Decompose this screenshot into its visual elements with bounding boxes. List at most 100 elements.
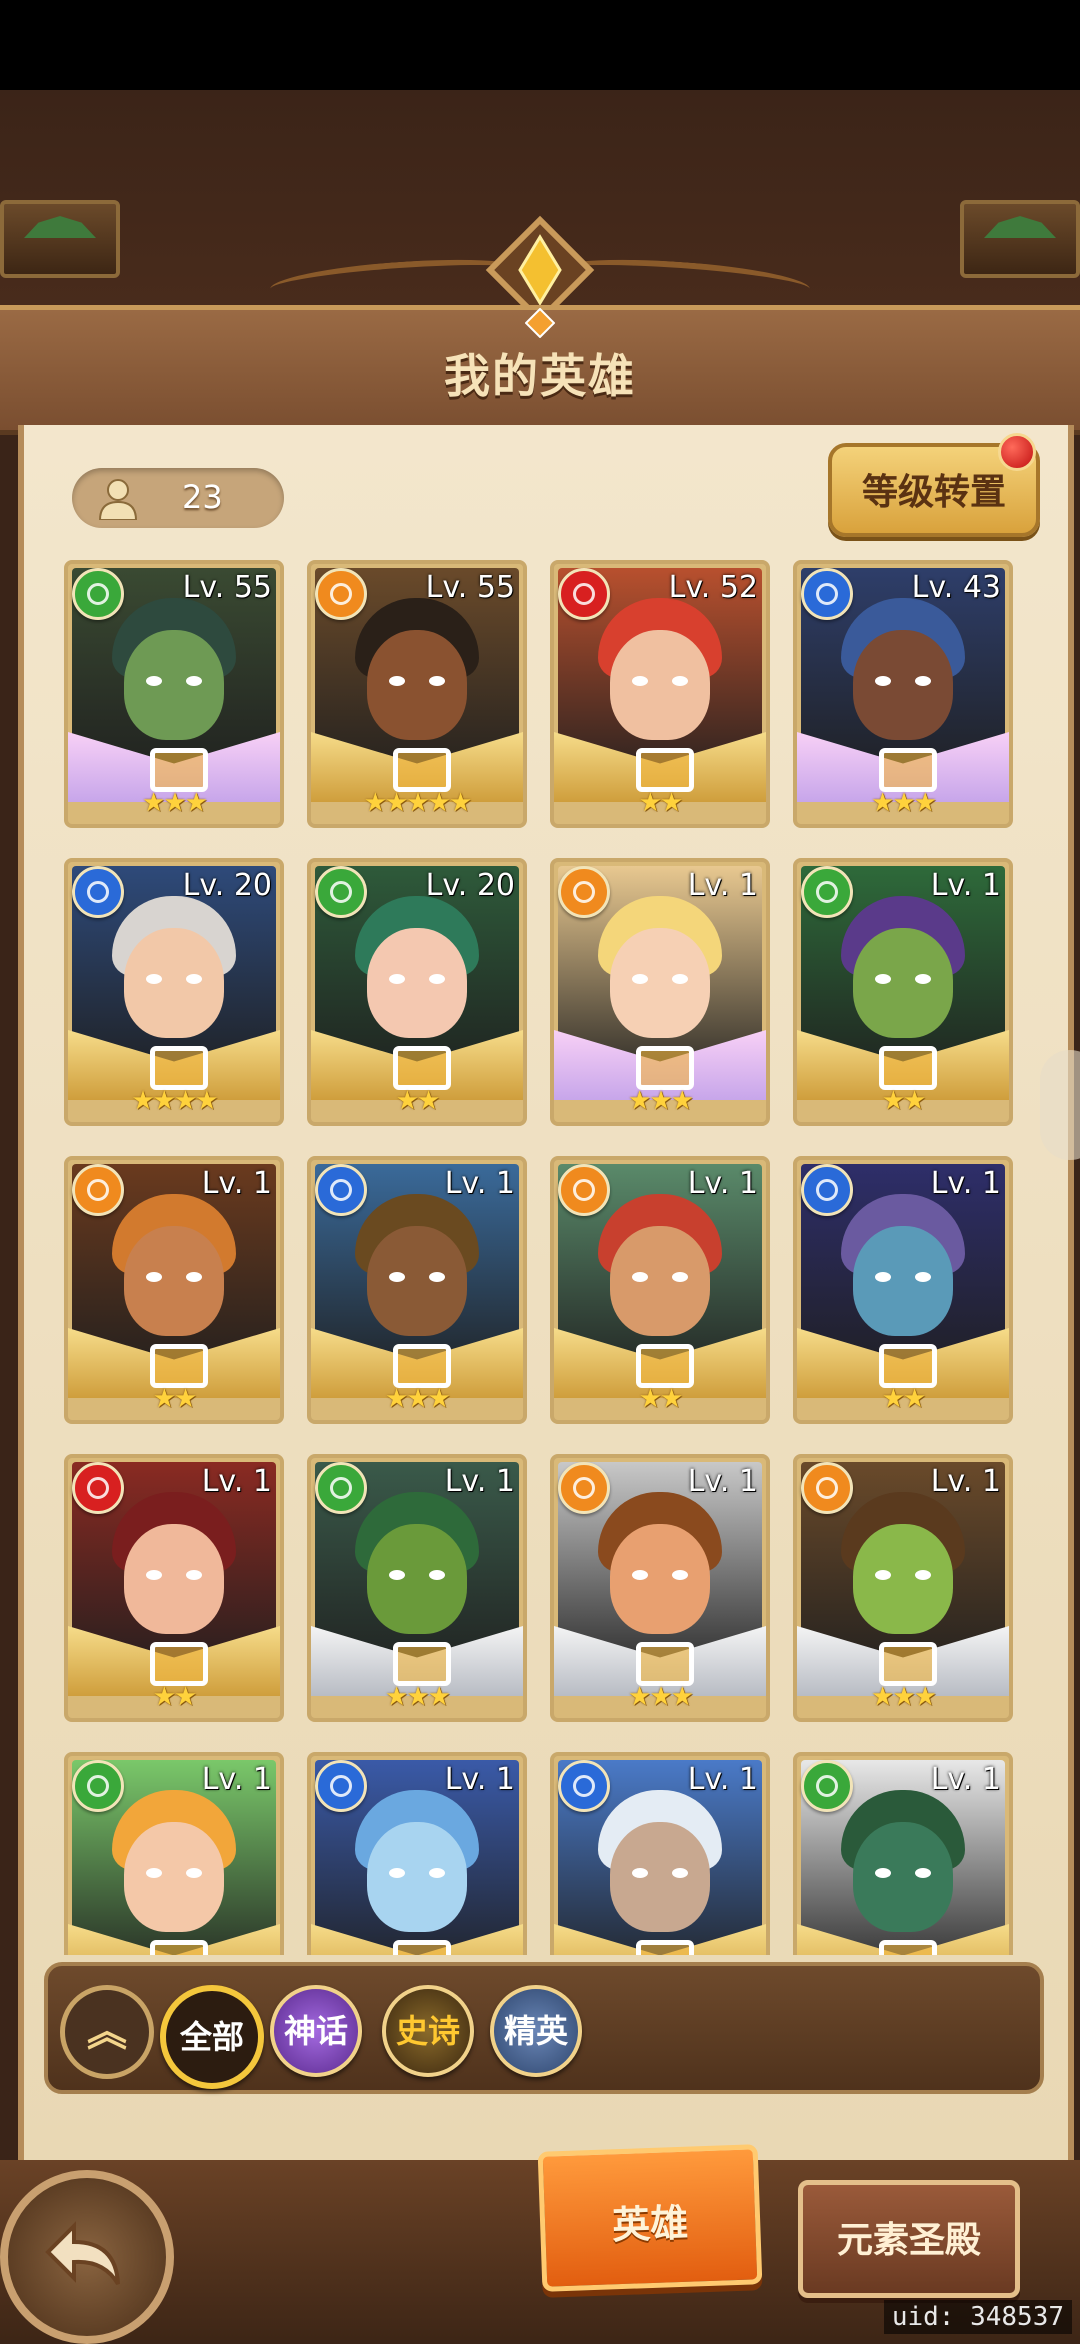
rarity-crown-icon [393, 1046, 451, 1090]
filter-mythic-button[interactable]: 神话 [270, 1985, 362, 2077]
hero-eye [875, 1570, 891, 1580]
filter-mythic-label: 神话 [283, 2012, 348, 2050]
rarity-crown-icon [636, 1940, 694, 1955]
hero-stars: ★★★ [871, 1682, 937, 1712]
hero-card[interactable]: ★★ Lv. 1 [64, 1156, 284, 1424]
hero-face [610, 1524, 710, 1634]
hero-stars: ★★ [152, 1682, 198, 1712]
rarity-crown-icon [879, 748, 937, 792]
double-chevron-up-icon: ︽ [87, 2009, 127, 2055]
fire-element-icon [315, 568, 367, 620]
hero-card-frame: ★★ Lv. 1 [793, 858, 1013, 1126]
filter-elite-button[interactable]: 精英 [490, 1985, 582, 2077]
hero-card[interactable]: ★★★ Lv. 43 [793, 560, 1013, 828]
tab-element-temple[interactable]: 元素圣殿 [798, 2180, 1020, 2298]
hero-eye [429, 1570, 445, 1580]
hero-stars: ★★ [395, 1086, 441, 1116]
hero-eye [146, 1272, 162, 1282]
hero-card[interactable]: ★★★ Lv. 1 [307, 1454, 527, 1722]
hero-level: Lv. 1 [687, 1762, 758, 1797]
collapse-button[interactable]: ︽ [60, 1985, 154, 2079]
hero-count-badge: 23 [72, 468, 284, 528]
hero-card[interactable]: Lv. 1 [793, 1752, 1013, 1955]
filter-all-button[interactable]: 全部 [160, 1985, 264, 2089]
hero-eye [875, 676, 891, 686]
hero-card[interactable]: ★★ Lv. 52 [550, 560, 770, 828]
hero-level: Lv. 1 [930, 1762, 1001, 1797]
hero-card-frame: ★★ Lv. 1 [64, 1156, 284, 1424]
hero-card[interactable]: ★★ Lv. 20 [307, 858, 527, 1126]
hero-face [124, 1524, 224, 1634]
rarity-crown-icon [150, 748, 208, 792]
water-element-icon [315, 1164, 367, 1216]
hero-card[interactable]: ★★★ Lv. 1 [550, 1454, 770, 1722]
page-title: 我的英雄 [444, 349, 636, 403]
person-icon [98, 479, 138, 520]
rarity-crown-icon [150, 1046, 208, 1090]
hero-stars: ★★ [152, 1384, 198, 1414]
hero-eye [632, 676, 648, 686]
hero-card[interactable]: ★★★ Lv. 1 [307, 1156, 527, 1424]
hero-card[interactable]: ★★★ Lv. 55 [64, 560, 284, 828]
hero-face [124, 928, 224, 1038]
hero-card[interactable]: Lv. 1 [64, 1752, 284, 1955]
hero-card[interactable]: ★★ Lv. 1 [793, 1156, 1013, 1424]
hero-card-frame: ★★ Lv. 1 [793, 1156, 1013, 1424]
rarity-crown-icon [636, 1642, 694, 1686]
back-button[interactable] [0, 2170, 174, 2344]
hero-level: Lv. 1 [930, 1166, 1001, 1201]
hero-eye [186, 676, 202, 686]
hero-eye [672, 1272, 688, 1282]
water-element-icon [801, 568, 853, 620]
hero-stars: ★★★★★ [363, 788, 473, 818]
rarity-crown-icon [879, 1046, 937, 1090]
hero-stars: ★★★ [385, 1682, 451, 1712]
wind-element-icon [72, 568, 124, 620]
hero-eye [186, 974, 202, 984]
hero-stars: ★★★ [871, 788, 937, 818]
rarity-crown-icon [879, 1344, 937, 1388]
hero-eye [389, 676, 405, 686]
rarity-crown-icon [393, 748, 451, 792]
hero-card[interactable]: Lv. 1 [307, 1752, 527, 1955]
tab-hero[interactable]: 英雄 [537, 2144, 763, 2292]
hero-card-frame: ★★★ Lv. 1 [550, 858, 770, 1126]
hero-stars: ★★★ [628, 1086, 694, 1116]
hero-level: Lv. 55 [425, 570, 515, 605]
hero-eye [186, 1570, 202, 1580]
hero-card[interactable]: ★★★ Lv. 1 [550, 858, 770, 1126]
hero-face [853, 928, 953, 1038]
fire-element-icon [558, 866, 610, 918]
hero-card-frame: ★★ Lv. 1 [64, 1454, 284, 1722]
tab-hero-label: 英雄 [611, 2200, 689, 2248]
wind-element-icon [801, 866, 853, 918]
hero-card[interactable]: ★★★★ Lv. 20 [64, 858, 284, 1126]
status-bar [0, 0, 1080, 90]
side-expand-tab[interactable] [1040, 1050, 1080, 1160]
hero-card[interactable]: ★★★ Lv. 1 [793, 1454, 1013, 1722]
hero-card-frame: ★★ Lv. 52 [550, 560, 770, 828]
hero-card[interactable]: Lv. 1 [550, 1752, 770, 1955]
rarity-crown-icon [150, 1940, 208, 1955]
hero-card-frame: Lv. 1 [64, 1752, 284, 1955]
wind-element-icon [315, 866, 367, 918]
hero-card[interactable]: ★★ Lv. 1 [64, 1454, 284, 1722]
hero-eye [429, 974, 445, 984]
hero-card[interactable]: ★★ Lv. 1 [550, 1156, 770, 1424]
hero-card[interactable]: ★★★★★ Lv. 55 [307, 560, 527, 828]
rarity-crown-icon [150, 1642, 208, 1686]
hero-eye [632, 1868, 648, 1878]
hero-face [853, 1524, 953, 1634]
fire-element-icon [801, 1462, 853, 1514]
hero-eye [389, 974, 405, 984]
hero-card[interactable]: ★★ Lv. 1 [793, 858, 1013, 1126]
fire-element-icon [558, 1462, 610, 1514]
hero-eye [632, 1272, 648, 1282]
hero-card-frame: Lv. 1 [793, 1752, 1013, 1955]
filter-epic-button[interactable]: 史诗 [382, 1985, 474, 2077]
hero-level: Lv. 20 [425, 868, 515, 903]
rarity-crown-icon [636, 1046, 694, 1090]
hero-card-frame: ★★★★ Lv. 20 [64, 858, 284, 1126]
hero-face [853, 630, 953, 740]
hero-eye [146, 1868, 162, 1878]
